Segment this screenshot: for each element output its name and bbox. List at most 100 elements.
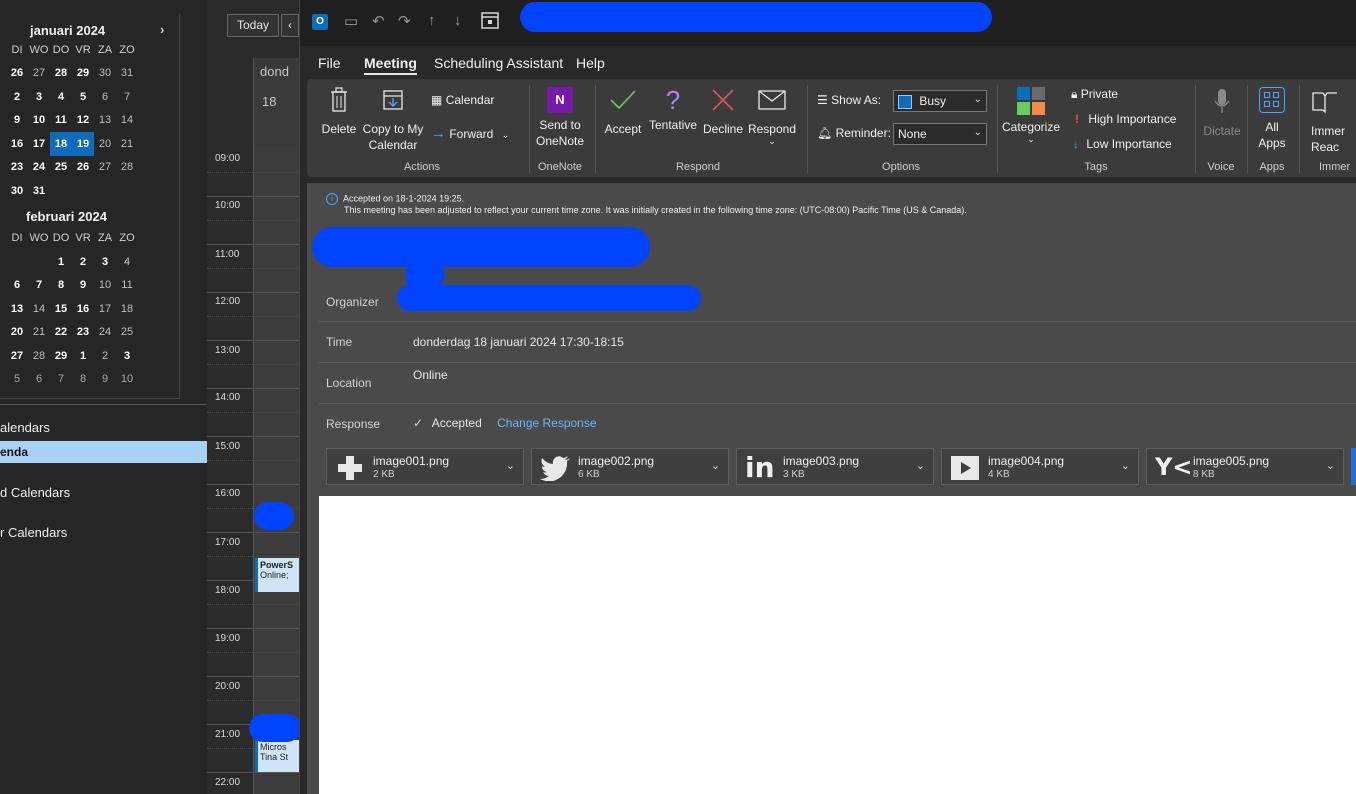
calendar-day[interactable]: 12	[72, 109, 94, 133]
categorize-button[interactable]: Categorize ⌄	[1001, 87, 1061, 144]
calendar-day[interactable]: 27	[6, 344, 28, 368]
calendar-day[interactable]: 7	[28, 274, 50, 298]
decline-button[interactable]: Decline	[701, 87, 745, 137]
reminder-dropdown[interactable]: None ⌄	[893, 123, 987, 145]
calendar-day[interactable]: 4	[50, 85, 72, 109]
tab-help[interactable]: Help	[576, 55, 605, 71]
calendar-day[interactable]: 21	[116, 132, 138, 156]
calendar-day[interactable]: 5	[72, 85, 94, 109]
calendar-day-selected[interactable]: 19	[72, 132, 94, 156]
chevron-down-icon[interactable]: ⌄	[1326, 459, 1335, 472]
private-button[interactable]: 🔒︎ Private	[1071, 87, 1118, 102]
calendar-day[interactable]: 6	[94, 85, 116, 109]
location-value[interactable]: Online	[413, 368, 448, 382]
delete-button[interactable]: Delete	[319, 87, 359, 137]
calendar-day[interactable]: 8	[72, 368, 94, 392]
calendar-day[interactable]: 6	[6, 274, 28, 298]
immersive-reader-button[interactable]: Immer Reac	[1311, 87, 1356, 155]
calendar-day[interactable]: 15	[50, 297, 72, 321]
calendar-day[interactable]: 17	[28, 132, 50, 156]
calendar-button[interactable]: ▦ Calendar	[431, 93, 494, 107]
calendar-day[interactable]: 20	[94, 132, 116, 156]
calendar-day[interactable]: 27	[94, 156, 116, 180]
calendar-day[interactable]: 20	[6, 321, 28, 345]
show-as-dropdown[interactable]: Busy ⌄	[893, 90, 987, 112]
calendar-day[interactable]: 4	[116, 250, 138, 274]
calendar-day[interactable]: 14	[28, 297, 50, 321]
tab-file[interactable]: File	[318, 55, 341, 71]
accept-button[interactable]: Accept	[603, 87, 643, 137]
calendar-day[interactable]: 13	[6, 297, 28, 321]
shared-calendars-group[interactable]: d Calendars	[0, 485, 70, 500]
calendar-day[interactable]: 23	[6, 156, 28, 180]
calendar-day[interactable]: 3	[28, 85, 50, 109]
calendar-day[interactable]: 2	[6, 85, 28, 109]
arrow-up-icon[interactable]: ↑	[428, 12, 436, 29]
attachment-item[interactable]: image004.png 4 KB ⌄	[941, 448, 1139, 485]
calendar-day[interactable]: 11	[50, 109, 72, 133]
calendar-day[interactable]: 1	[50, 250, 72, 274]
calendar-day[interactable]: 17	[94, 297, 116, 321]
calendar-appointment[interactable]: Micros Tina St	[255, 740, 299, 772]
calendar-day[interactable]: 21	[28, 321, 50, 345]
calendar-day[interactable]: 25	[50, 156, 72, 180]
tab-meeting[interactable]: Meeting	[364, 55, 417, 75]
chevron-down-icon[interactable]: ⌄	[1121, 459, 1130, 472]
tab-scheduling-assistant[interactable]: Scheduling Assistant	[434, 55, 563, 71]
forward-button[interactable]: → Forward ⌄	[431, 125, 509, 142]
change-response-link[interactable]: Change Response	[497, 416, 596, 430]
attachment-item[interactable]: Y< image005.png 8 KB ⌄	[1146, 448, 1344, 485]
tentative-button[interactable]: ? Tentative	[647, 87, 699, 133]
calendar-day[interactable]: 26	[72, 156, 94, 180]
calendar-day[interactable]: 23	[72, 321, 94, 345]
calendar-day[interactable]: 9	[72, 274, 94, 298]
calendar-item-agenda[interactable]: enda	[0, 441, 207, 463]
calendar-day[interactable]: 31	[28, 179, 50, 203]
high-importance-button[interactable]: ! High Importance	[1075, 112, 1176, 126]
calendar-day[interactable]: 7	[116, 85, 138, 109]
low-importance-button[interactable]: ↓ Low Importance	[1073, 137, 1172, 151]
calendar-day[interactable]: 2	[94, 344, 116, 368]
send-to-onenote-button[interactable]: N Send to OneNote	[535, 87, 585, 149]
attachment-item[interactable]: in image003.png 3 KB ⌄	[736, 448, 934, 485]
chevron-down-icon[interactable]: ⌄	[506, 459, 515, 472]
calendar-day[interactable]: 6	[28, 368, 50, 392]
calendar-day[interactable]: 26	[6, 62, 28, 86]
chevron-down-icon[interactable]: ⌄	[711, 459, 720, 472]
attachment-item[interactable]: image001.png 2 KB ⌄	[326, 448, 524, 485]
calendar-day[interactable]: 11	[116, 274, 138, 298]
chevron-down-icon[interactable]: ⌄	[916, 459, 925, 472]
calendar-day[interactable]: 9	[6, 109, 28, 133]
calendar-day[interactable]: 10	[94, 274, 116, 298]
calendar-day[interactable]: 24	[28, 156, 50, 180]
calendar-day[interactable]: 29	[50, 344, 72, 368]
calendar-day[interactable]: 16	[6, 132, 28, 156]
calendar-day[interactable]: 27	[28, 62, 50, 86]
calendar-day[interactable]: 3	[94, 250, 116, 274]
calendar-icon[interactable]	[480, 10, 500, 34]
calendar-day[interactable]: 3	[116, 344, 138, 368]
my-calendars-group[interactable]: alendars	[0, 420, 50, 435]
attachment-item[interactable]: image002.png 6 KB ⌄	[531, 448, 729, 485]
calendar-day[interactable]: 28	[50, 62, 72, 86]
calendar-day[interactable]: 10	[116, 368, 138, 392]
all-apps-button[interactable]: All Apps	[1255, 87, 1289, 151]
calendar-day[interactable]: 8	[50, 274, 72, 298]
calendar-day[interactable]: 10	[28, 109, 50, 133]
next-month-chevron-icon[interactable]: ›	[160, 22, 164, 37]
other-calendars-group[interactable]: r Calendars	[0, 525, 67, 540]
respond-button[interactable]: Respond ⌄	[747, 87, 797, 146]
calendar-day[interactable]: 5	[6, 368, 28, 392]
save-icon[interactable]: ▭	[344, 12, 358, 30]
calendar-day[interactable]: 22	[50, 321, 72, 345]
calendar-day[interactable]: 25	[116, 321, 138, 345]
arrow-down-icon[interactable]: ↓	[454, 12, 462, 29]
calendar-day[interactable]: 18	[116, 297, 138, 321]
message-body[interactable]	[319, 496, 1356, 794]
calendar-day[interactable]: 24	[94, 321, 116, 345]
calendar-day[interactable]: 2	[72, 250, 94, 274]
calendar-day[interactable]: 31	[116, 62, 138, 86]
previous-day-chevron-icon[interactable]: ‹	[281, 14, 299, 37]
redo-icon[interactable]: ↷	[398, 12, 411, 30]
calendar-day-selected[interactable]: 18	[50, 132, 72, 156]
